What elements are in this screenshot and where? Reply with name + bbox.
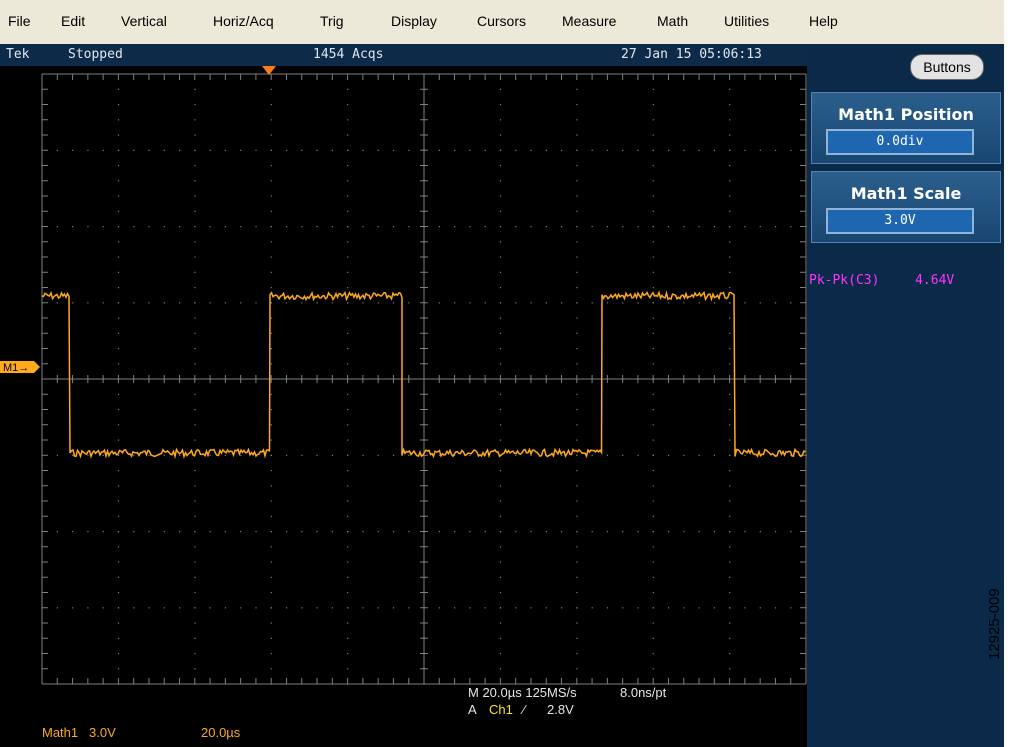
acquisition-count: 1454 Acqs (313, 47, 384, 62)
math1-position-field[interactable]: 0.0div (826, 129, 974, 155)
measurement-label: Pk-Pk(C3) (809, 273, 880, 288)
side-panel: Buttons Math1 Position 0.0div Math1 Scal… (807, 44, 1004, 747)
trigger-source: Ch1 (489, 702, 513, 717)
math1-scale-field[interactable]: 3.0V (826, 208, 974, 234)
menu-trig[interactable]: Trig (320, 13, 344, 29)
buttons-button[interactable]: Buttons (910, 54, 984, 80)
math1-scale-title: Math1 Scale (850, 184, 962, 203)
math1-position-title: Math1 Position (838, 105, 974, 124)
waveform-display[interactable]: M1→ (0, 66, 807, 719)
menu-measure[interactable]: Measure (562, 13, 616, 29)
menu-help[interactable]: Help (809, 13, 838, 29)
menu-vertical[interactable]: Vertical (121, 13, 167, 29)
menu-utilities[interactable]: Utilities (724, 13, 769, 29)
readout-bar: M 20.0µs 125MS/s 8.0ns/pt A Ch1 ⁄ 2.8V M… (0, 685, 807, 747)
math1-scale-readout: 3.0V (89, 725, 116, 740)
menu-math[interactable]: Math (657, 13, 688, 29)
graticule: M1→ (0, 66, 807, 685)
date-time: 27 Jan 15 05:06:13 (621, 47, 762, 62)
status-bar: Tek Stopped 1454 Acqs 27 Jan 15 05:06:13 (0, 44, 807, 66)
brand-label: Tek (6, 47, 30, 62)
menu-edit[interactable]: Edit (61, 13, 85, 29)
run-state: Stopped (68, 47, 123, 62)
measurement-value: 4.64V (915, 273, 955, 288)
math1-label: Math1 (42, 725, 79, 740)
sample-rate-readout: 8.0ns/pt (620, 685, 667, 700)
math1-marker-label: M1→ (3, 362, 29, 374)
menu-display[interactable]: Display (391, 13, 437, 29)
math1-time-readout: 20.0µs (201, 725, 241, 740)
horizontal-readout: M 20.0µs 125MS/s (468, 685, 577, 700)
trigger-prefix: A (468, 702, 477, 717)
figure-number: 12925-009 (986, 588, 1003, 660)
menu-bar: File Edit Vertical Horiz/Acq Trig Displa… (0, 0, 1004, 45)
menu-horiz-acq[interactable]: Horiz/Acq (213, 13, 274, 29)
math1-position-control[interactable]: Math1 Position 0.0div (811, 92, 1001, 164)
menu-cursors[interactable]: Cursors (477, 13, 526, 29)
trigger-level: 2.8V (547, 702, 574, 717)
math1-scale-control[interactable]: Math1 Scale 3.0V (811, 171, 1001, 243)
menu-file[interactable]: File (8, 13, 31, 29)
measurement-readout: Pk-Pk(C3) 4.64V (809, 273, 954, 288)
trigger-slope-icon: ⁄ (523, 702, 526, 717)
